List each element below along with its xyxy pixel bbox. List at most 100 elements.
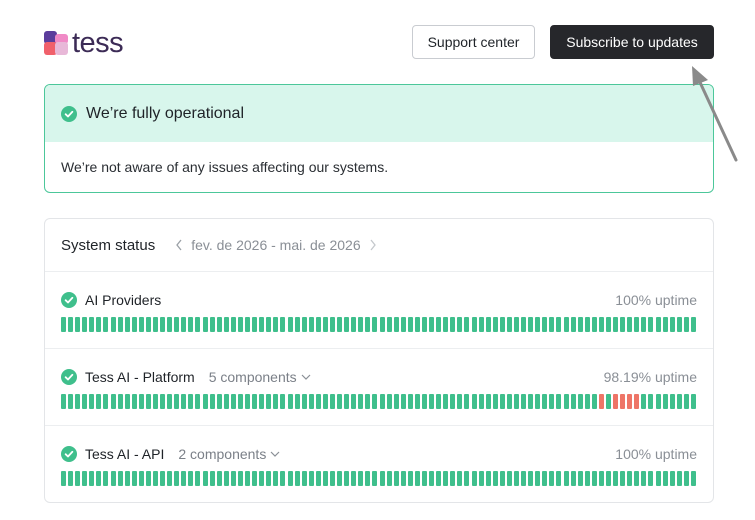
uptime-bar[interactable]	[662, 471, 668, 486]
uptime-bar[interactable]	[577, 394, 583, 409]
uptime-bar[interactable]	[556, 471, 562, 486]
uptime-bar[interactable]	[230, 471, 236, 486]
uptime-bar[interactable]	[245, 471, 251, 486]
uptime-bar[interactable]	[195, 471, 201, 486]
uptime-bar[interactable]	[103, 471, 109, 486]
uptime-bar[interactable]	[287, 471, 293, 486]
uptime-bar[interactable]	[259, 317, 265, 332]
uptime-bar[interactable]	[372, 471, 378, 486]
uptime-bar[interactable]	[648, 394, 654, 409]
uptime-bar[interactable]	[117, 471, 123, 486]
uptime-bar[interactable]	[174, 471, 180, 486]
uptime-bar[interactable]	[690, 471, 696, 486]
uptime-bar[interactable]	[167, 394, 173, 409]
uptime-bar[interactable]	[75, 471, 81, 486]
uptime-bar[interactable]	[634, 317, 640, 332]
uptime-bar[interactable]	[365, 471, 371, 486]
uptime-bar[interactable]	[514, 317, 519, 332]
uptime-bar[interactable]	[273, 317, 279, 332]
uptime-bar[interactable]	[598, 317, 604, 332]
uptime-bar[interactable]	[393, 317, 399, 332]
uptime-bar[interactable]	[167, 317, 173, 332]
uptime-bar[interactable]	[117, 317, 123, 332]
uptime-bar[interactable]	[372, 394, 378, 409]
uptime-bar[interactable]	[223, 471, 229, 486]
uptime-bar[interactable]	[365, 394, 371, 409]
uptime-bar[interactable]	[457, 394, 463, 409]
uptime-bar[interactable]	[485, 394, 491, 409]
uptime-bar[interactable]	[223, 317, 229, 332]
uptime-bar[interactable]	[450, 471, 456, 486]
uptime-bar[interactable]	[641, 394, 647, 409]
uptime-bar[interactable]	[662, 394, 668, 409]
uptime-bar[interactable]	[464, 394, 470, 409]
uptime-bar[interactable]	[662, 317, 668, 332]
uptime-bar[interactable]	[181, 394, 187, 409]
uptime-bar-incident[interactable]	[598, 394, 604, 409]
uptime-bar[interactable]	[690, 317, 696, 332]
uptime-bar[interactable]	[514, 471, 519, 486]
uptime-bar[interactable]	[358, 471, 364, 486]
uptime-bar[interactable]	[344, 471, 350, 486]
uptime-bar[interactable]	[259, 394, 265, 409]
uptime-bar-incident[interactable]	[620, 394, 626, 409]
uptime-bar[interactable]	[273, 394, 279, 409]
uptime-bar[interactable]	[641, 471, 647, 486]
uptime-bar[interactable]	[82, 471, 88, 486]
uptime-bar[interactable]	[124, 317, 130, 332]
uptime-bar[interactable]	[209, 317, 215, 332]
uptime-bar[interactable]	[202, 394, 208, 409]
uptime-bar[interactable]	[591, 394, 597, 409]
uptime-bar[interactable]	[683, 471, 689, 486]
uptime-bar[interactable]	[351, 394, 357, 409]
uptime-bar[interactable]	[351, 317, 357, 332]
uptime-bar[interactable]	[174, 394, 180, 409]
uptime-bar[interactable]	[167, 471, 173, 486]
uptime-bar[interactable]	[308, 394, 314, 409]
uptime-bar[interactable]	[549, 394, 555, 409]
uptime-bar[interactable]	[556, 317, 562, 332]
uptime-bar[interactable]	[188, 394, 194, 409]
uptime-bar[interactable]	[61, 471, 66, 486]
uptime-bar[interactable]	[535, 394, 541, 409]
uptime-bar[interactable]	[421, 317, 427, 332]
uptime-bar[interactable]	[96, 471, 102, 486]
uptime-bar[interactable]	[89, 317, 95, 332]
uptime-bar[interactable]	[641, 317, 647, 332]
uptime-bar[interactable]	[145, 394, 151, 409]
uptime-bar[interactable]	[648, 317, 654, 332]
uptime-bar[interactable]	[563, 317, 569, 332]
uptime-bar[interactable]	[669, 471, 675, 486]
uptime-bar[interactable]	[535, 317, 541, 332]
uptime-bar[interactable]	[690, 394, 696, 409]
uptime-bar[interactable]	[683, 317, 689, 332]
uptime-bar[interactable]	[131, 471, 137, 486]
uptime-bar[interactable]	[230, 394, 236, 409]
uptime-bar[interactable]	[301, 471, 307, 486]
uptime-bar[interactable]	[322, 471, 328, 486]
uptime-bar[interactable]	[429, 317, 435, 332]
uptime-bar[interactable]	[542, 317, 548, 332]
uptime-bar[interactable]	[351, 471, 357, 486]
uptime-bar[interactable]	[68, 471, 74, 486]
uptime-bar[interactable]	[542, 394, 548, 409]
uptime-bar[interactable]	[237, 471, 243, 486]
uptime-bar[interactable]	[337, 394, 343, 409]
support-center-button[interactable]: Support center	[412, 25, 535, 59]
uptime-bar[interactable]	[103, 394, 109, 409]
uptime-bar[interactable]	[514, 394, 519, 409]
uptime-bar[interactable]	[436, 394, 442, 409]
uptime-bar[interactable]	[655, 317, 661, 332]
uptime-bar[interactable]	[436, 471, 442, 486]
subscribe-button[interactable]: Subscribe to updates	[550, 25, 714, 59]
uptime-bar[interactable]	[82, 317, 88, 332]
uptime-bar[interactable]	[110, 317, 116, 332]
uptime-bar[interactable]	[386, 394, 392, 409]
uptime-bar[interactable]	[294, 471, 300, 486]
uptime-bar[interactable]	[478, 471, 484, 486]
uptime-bar[interactable]	[202, 317, 208, 332]
uptime-bar[interactable]	[521, 471, 527, 486]
uptime-bar[interactable]	[379, 394, 385, 409]
uptime-bar[interactable]	[563, 394, 569, 409]
uptime-bar[interactable]	[556, 394, 562, 409]
